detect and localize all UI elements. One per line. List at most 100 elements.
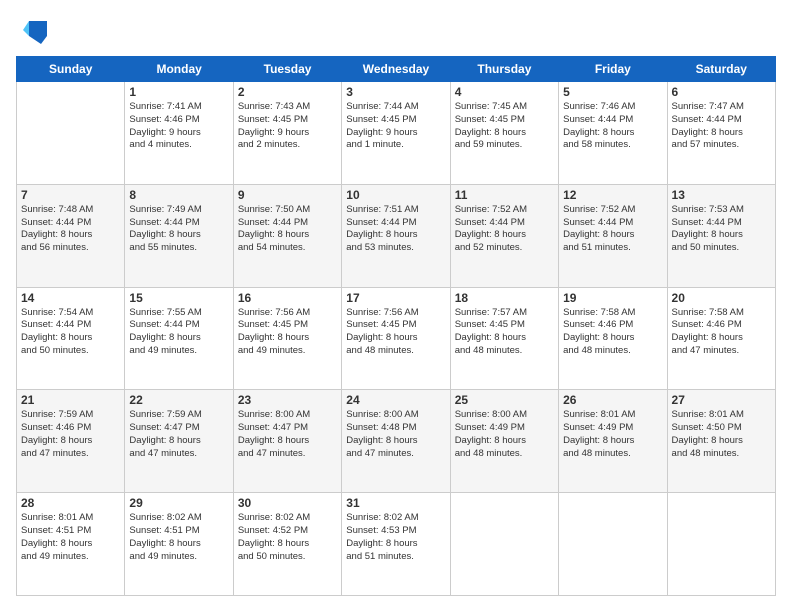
weekday-header: Tuesday <box>233 57 341 82</box>
day-info: Sunrise: 7:54 AMSunset: 4:44 PMDaylight:… <box>21 307 120 358</box>
weekday-header: Thursday <box>450 57 558 82</box>
calendar-cell: 4 Sunrise: 7:45 AMSunset: 4:45 PMDaylight… <box>450 82 558 185</box>
day-info: Sunrise: 7:55 AMSunset: 4:44 PMDaylight:… <box>129 307 228 358</box>
weekday-header: Friday <box>559 57 667 82</box>
day-number: 7 <box>21 188 120 202</box>
calendar-table: SundayMondayTuesdayWednesdayThursdayFrid… <box>16 56 776 596</box>
calendar-cell: 2 Sunrise: 7:43 AMSunset: 4:45 PMDaylight… <box>233 82 341 185</box>
page: SundayMondayTuesdayWednesdayThursdayFrid… <box>0 0 792 612</box>
day-number: 24 <box>346 393 445 407</box>
day-number: 29 <box>129 496 228 510</box>
day-number: 2 <box>238 85 337 99</box>
calendar-week-row: 21 Sunrise: 7:59 AMSunset: 4:46 PMDayligh… <box>17 390 776 493</box>
calendar-cell: 19 Sunrise: 7:58 AMSunset: 4:46 PMDayligh… <box>559 287 667 390</box>
day-number: 25 <box>455 393 554 407</box>
calendar-cell: 1Sunrise: 7:41 AMSunset: 4:46 PMDaylight… <box>125 82 233 185</box>
day-info: Sunrise: 8:00 AMSunset: 4:48 PMDaylight:… <box>346 409 445 460</box>
header <box>16 16 776 46</box>
day-number: 27 <box>672 393 771 407</box>
day-info: Sunrise: 7:58 AMSunset: 4:46 PMDaylight:… <box>563 307 662 358</box>
calendar-cell <box>17 82 125 185</box>
day-number: 19 <box>563 291 662 305</box>
day-number: 11 <box>455 188 554 202</box>
calendar-cell: 17 Sunrise: 7:56 AMSunset: 4:45 PMDayligh… <box>342 287 450 390</box>
day-number: 12 <box>563 188 662 202</box>
day-number: 30 <box>238 496 337 510</box>
calendar-cell <box>559 493 667 596</box>
day-info: Sunrise: 7:51 AMSunset: 4:44 PMDaylight:… <box>346 204 445 255</box>
day-info: Sunrise: 8:00 AMSunset: 4:47 PMDaylight:… <box>238 409 337 460</box>
calendar-cell: 6Sunrise: 7:47 AMSunset: 4:44 PMDaylight… <box>667 82 775 185</box>
calendar-cell: 11Sunrise: 7:52 AMSunset: 4:44 PMDayligh… <box>450 184 558 287</box>
calendar-cell: 31Sunrise: 8:02 AMSunset: 4:53 PMDayligh… <box>342 493 450 596</box>
day-info: Sunrise: 7:56 AMSunset: 4:45 PMDaylight:… <box>346 307 445 358</box>
calendar-cell: 18 Sunrise: 7:57 AMSunset: 4:45 PMDayligh… <box>450 287 558 390</box>
day-number: 6 <box>672 85 771 99</box>
calendar-cell: 26 Sunrise: 8:01 AMSunset: 4:49 PMDayligh… <box>559 390 667 493</box>
calendar-week-row: 1Sunrise: 7:41 AMSunset: 4:46 PMDaylight… <box>17 82 776 185</box>
logo <box>16 16 49 46</box>
day-info: Sunrise: 7:53 AMSunset: 4:44 PMDaylight:… <box>672 204 771 255</box>
calendar-cell: 30 Sunrise: 8:02 AMSunset: 4:52 PMDayligh… <box>233 493 341 596</box>
day-number: 18 <box>455 291 554 305</box>
calendar-cell: 28 Sunrise: 8:01 AMSunset: 4:51 PMDayligh… <box>17 493 125 596</box>
day-number: 10 <box>346 188 445 202</box>
day-number: 21 <box>21 393 120 407</box>
day-info: Sunrise: 7:52 AMSunset: 4:44 PMDaylight:… <box>563 204 662 255</box>
calendar-header-row: SundayMondayTuesdayWednesdayThursdayFrid… <box>17 57 776 82</box>
day-info: Sunrise: 8:01 AMSunset: 4:49 PMDaylight:… <box>563 409 662 460</box>
calendar-cell: 25 Sunrise: 8:00 AMSunset: 4:49 PMDayligh… <box>450 390 558 493</box>
calendar-cell: 23 Sunrise: 8:00 AMSunset: 4:47 PMDayligh… <box>233 390 341 493</box>
calendar-cell: 24 Sunrise: 8:00 AMSunset: 4:48 PMDayligh… <box>342 390 450 493</box>
calendar-cell: 10 Sunrise: 7:51 AMSunset: 4:44 PMDayligh… <box>342 184 450 287</box>
day-info: Sunrise: 7:43 AMSunset: 4:45 PMDaylight:… <box>238 101 337 152</box>
calendar-cell: 7 Sunrise: 7:48 AMSunset: 4:44 PMDaylight… <box>17 184 125 287</box>
day-number: 28 <box>21 496 120 510</box>
calendar-cell: 15Sunrise: 7:55 AMSunset: 4:44 PMDayligh… <box>125 287 233 390</box>
calendar-cell: 20 Sunrise: 7:58 AMSunset: 4:46 PMDayligh… <box>667 287 775 390</box>
day-number: 26 <box>563 393 662 407</box>
day-info: Sunrise: 7:56 AMSunset: 4:45 PMDaylight:… <box>238 307 337 358</box>
day-number: 22 <box>129 393 228 407</box>
day-number: 13 <box>672 188 771 202</box>
calendar-cell: 21 Sunrise: 7:59 AMSunset: 4:46 PMDayligh… <box>17 390 125 493</box>
day-number: 17 <box>346 291 445 305</box>
day-info: Sunrise: 7:59 AMSunset: 4:47 PMDaylight:… <box>129 409 228 460</box>
day-number: 4 <box>455 85 554 99</box>
day-info: Sunrise: 7:59 AMSunset: 4:46 PMDaylight:… <box>21 409 120 460</box>
day-info: Sunrise: 8:02 AMSunset: 4:53 PMDaylight:… <box>346 512 445 563</box>
weekday-header: Saturday <box>667 57 775 82</box>
day-info: Sunrise: 7:46 AMSunset: 4:44 PMDaylight:… <box>563 101 662 152</box>
day-info: Sunrise: 8:01 AMSunset: 4:50 PMDaylight:… <box>672 409 771 460</box>
day-info: Sunrise: 7:49 AMSunset: 4:44 PMDaylight:… <box>129 204 228 255</box>
day-info: Sunrise: 7:57 AMSunset: 4:45 PMDaylight:… <box>455 307 554 358</box>
day-number: 23 <box>238 393 337 407</box>
day-info: Sunrise: 8:01 AMSunset: 4:51 PMDaylight:… <box>21 512 120 563</box>
calendar-cell <box>450 493 558 596</box>
weekday-header: Sunday <box>17 57 125 82</box>
calendar-cell: 8Sunrise: 7:49 AMSunset: 4:44 PMDaylight… <box>125 184 233 287</box>
calendar-cell: 14 Sunrise: 7:54 AMSunset: 4:44 PMDayligh… <box>17 287 125 390</box>
day-number: 14 <box>21 291 120 305</box>
calendar-week-row: 28 Sunrise: 8:01 AMSunset: 4:51 PMDayligh… <box>17 493 776 596</box>
calendar-cell: 29 Sunrise: 8:02 AMSunset: 4:51 PMDayligh… <box>125 493 233 596</box>
day-info: Sunrise: 7:45 AMSunset: 4:45 PMDaylight:… <box>455 101 554 152</box>
calendar-cell: 9 Sunrise: 7:50 AMSunset: 4:44 PMDaylight… <box>233 184 341 287</box>
logo-icon <box>19 16 49 46</box>
day-info: Sunrise: 8:00 AMSunset: 4:49 PMDaylight:… <box>455 409 554 460</box>
day-info: Sunrise: 7:50 AMSunset: 4:44 PMDaylight:… <box>238 204 337 255</box>
day-number: 20 <box>672 291 771 305</box>
day-info: Sunrise: 7:48 AMSunset: 4:44 PMDaylight:… <box>21 204 120 255</box>
day-info: Sunrise: 7:58 AMSunset: 4:46 PMDaylight:… <box>672 307 771 358</box>
calendar-cell: 13 Sunrise: 7:53 AMSunset: 4:44 PMDayligh… <box>667 184 775 287</box>
day-info: Sunrise: 7:44 AMSunset: 4:45 PMDaylight:… <box>346 101 445 152</box>
day-info: Sunrise: 8:02 AMSunset: 4:51 PMDaylight:… <box>129 512 228 563</box>
day-number: 1 <box>129 85 228 99</box>
calendar-cell: 12 Sunrise: 7:52 AMSunset: 4:44 PMDayligh… <box>559 184 667 287</box>
weekday-header: Monday <box>125 57 233 82</box>
calendar-cell: 16Sunrise: 7:56 AMSunset: 4:45 PMDayligh… <box>233 287 341 390</box>
day-number: 3 <box>346 85 445 99</box>
calendar-cell: 22 Sunrise: 7:59 AMSunset: 4:47 PMDayligh… <box>125 390 233 493</box>
day-number: 9 <box>238 188 337 202</box>
day-info: Sunrise: 8:02 AMSunset: 4:52 PMDaylight:… <box>238 512 337 563</box>
